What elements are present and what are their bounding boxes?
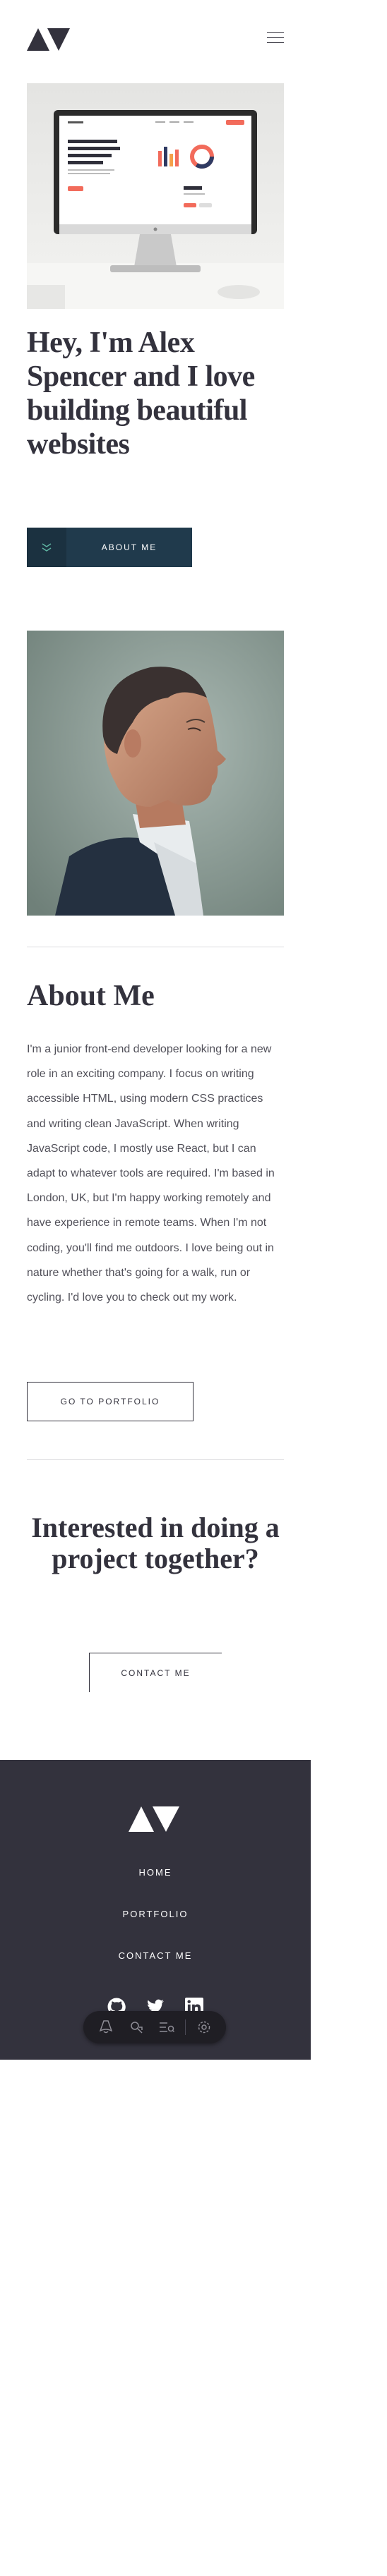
footer-link-portfolio[interactable]: PORTFOLIO	[0, 1909, 311, 1919]
section-divider	[27, 1459, 284, 1460]
site-header	[27, 27, 284, 52]
go-to-portfolio-button[interactable]: GO TO PORTFOLIO	[27, 1382, 194, 1421]
cta-title: Interested in doing a project together?	[31, 1512, 280, 1574]
about-text: I'm a junior front-end developer looking…	[27, 1043, 275, 1304]
toolbar-separator	[184, 2019, 186, 2035]
settings-icon[interactable]	[192, 2015, 216, 2039]
dev-toolbar	[83, 2011, 226, 2043]
profile-photo	[27, 631, 284, 916]
inspect-icon[interactable]	[124, 2015, 148, 2039]
astro-icon[interactable]	[94, 2015, 118, 2039]
triangles-logo-icon[interactable]	[27, 28, 70, 51]
about-me-button-label: ABOUT ME	[101, 542, 157, 552]
audit-icon[interactable]	[155, 2015, 179, 2039]
monitor-mockup-image	[27, 83, 284, 309]
hamburger-menu-icon[interactable]	[267, 32, 284, 44]
hero-title: Hey, I'm Alex Spencer and I love buildin…	[27, 327, 255, 461]
chevrons-down-icon	[27, 528, 66, 567]
about-title: About Me	[27, 980, 155, 1012]
footer-link-home[interactable]: HOME	[0, 1867, 311, 1878]
triangles-logo-icon[interactable]	[129, 1806, 179, 1832]
footer-link-contact[interactable]: CONTACT ME	[0, 1950, 311, 1961]
about-me-button[interactable]: ABOUT ME	[27, 528, 192, 567]
contact-me-button[interactable]: CONTACT ME	[89, 1653, 222, 1692]
